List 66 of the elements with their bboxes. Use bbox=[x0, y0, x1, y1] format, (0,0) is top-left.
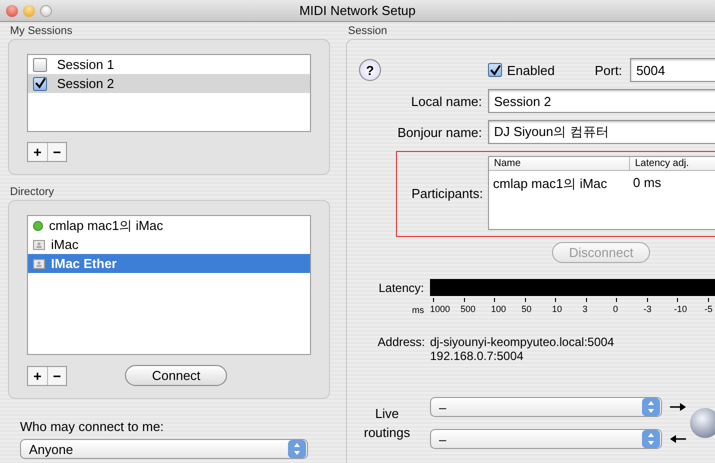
access-label: Who may connect to me: bbox=[19, 419, 165, 434]
access-popup[interactable]: Anyone bbox=[20, 439, 308, 459]
checkbox[interactable] bbox=[33, 58, 47, 72]
address-text: dj-siyounyi-keompyuteo.local:5004 bbox=[430, 335, 614, 349]
port-field[interactable]: 5004 bbox=[630, 58, 715, 82]
port-label: Port: bbox=[594, 62, 622, 78]
group-label: Session bbox=[347, 24, 388, 39]
column-header[interactable]: Name bbox=[489, 157, 629, 170]
scale-label: 3 bbox=[582, 304, 588, 314]
address-label: Address: bbox=[376, 335, 426, 351]
participants-label: Participants: bbox=[410, 186, 484, 200]
group-label: My Sessions bbox=[9, 24, 72, 39]
scale-label: -5 bbox=[704, 304, 713, 314]
session-item[interactable]: Session 1 bbox=[28, 55, 310, 74]
address-text: 192.168.0.7:5004 bbox=[430, 349, 524, 363]
local-name-label: Local name: bbox=[410, 94, 483, 108]
computer-icon bbox=[33, 258, 45, 268]
scale-label: 50 bbox=[522, 304, 532, 314]
right-arrow-icon bbox=[670, 403, 686, 411]
latency-label: Latency: bbox=[378, 280, 425, 294]
routing-popup[interactable]: – bbox=[430, 397, 662, 417]
bonjour-name-field[interactable]: DJ Siyoun의 컴퓨터 bbox=[488, 120, 715, 144]
routing-popup[interactable]: – bbox=[430, 429, 662, 449]
zoom-button[interactable] bbox=[40, 4, 52, 16]
scale-label: -3 bbox=[644, 304, 652, 314]
enabled-label: Enabled bbox=[507, 62, 555, 78]
scale-label: 100 bbox=[491, 304, 506, 314]
column-header[interactable]: Latency adj. bbox=[629, 157, 715, 170]
checkbox[interactable] bbox=[33, 76, 47, 90]
help-button[interactable]: ? bbox=[359, 59, 381, 81]
scale-label: 0 bbox=[613, 304, 618, 314]
window-title: MIDI Network Setup bbox=[299, 3, 416, 18]
add-button[interactable]: + bbox=[28, 366, 47, 384]
directory-item[interactable]: iMac bbox=[28, 235, 310, 254]
stepper-icon bbox=[642, 430, 660, 448]
globe-icon bbox=[690, 408, 715, 438]
left-arrow-icon bbox=[670, 435, 686, 443]
host-name: iMac bbox=[51, 237, 78, 252]
host-name: cmlap mac1의 iMac bbox=[49, 216, 164, 234]
group-label: Directory bbox=[9, 185, 54, 200]
stepper-icon bbox=[288, 440, 306, 458]
bonjour-name-label: Bonjour name: bbox=[396, 124, 483, 140]
scale-label: -10 bbox=[674, 304, 688, 314]
checkbox[interactable] bbox=[488, 63, 502, 77]
session-name: Session 1 bbox=[57, 57, 114, 72]
status-dot-icon bbox=[33, 220, 43, 230]
scale-label: 10 bbox=[552, 304, 562, 314]
stepper-icon bbox=[642, 398, 660, 416]
computer-icon bbox=[33, 240, 45, 250]
directory-item[interactable]: IMac Ether bbox=[28, 254, 310, 273]
scale-label: 1000 bbox=[430, 304, 450, 314]
session-item[interactable]: Session 2 bbox=[28, 74, 310, 93]
remove-button[interactable]: − bbox=[47, 143, 66, 161]
table-cell-text: 0 ms bbox=[632, 175, 662, 192]
directory-item[interactable]: cmlap mac1의 iMac bbox=[28, 216, 310, 235]
table-cell-text: cmlap mac1의 iMac bbox=[492, 175, 608, 193]
session-name: Session 2 bbox=[57, 76, 114, 91]
remove-button[interactable]: − bbox=[47, 366, 66, 384]
host-name: IMac Ether bbox=[51, 256, 117, 271]
add-button[interactable]: + bbox=[28, 143, 47, 161]
scale-label: 500 bbox=[460, 304, 476, 314]
unit-label: ms bbox=[411, 305, 425, 315]
local-name-field[interactable]: Session 2 bbox=[488, 89, 715, 113]
connect-button[interactable]: Connect bbox=[125, 365, 228, 386]
close-button[interactable] bbox=[6, 4, 18, 16]
live-routings-label: Live routings bbox=[362, 405, 412, 442]
